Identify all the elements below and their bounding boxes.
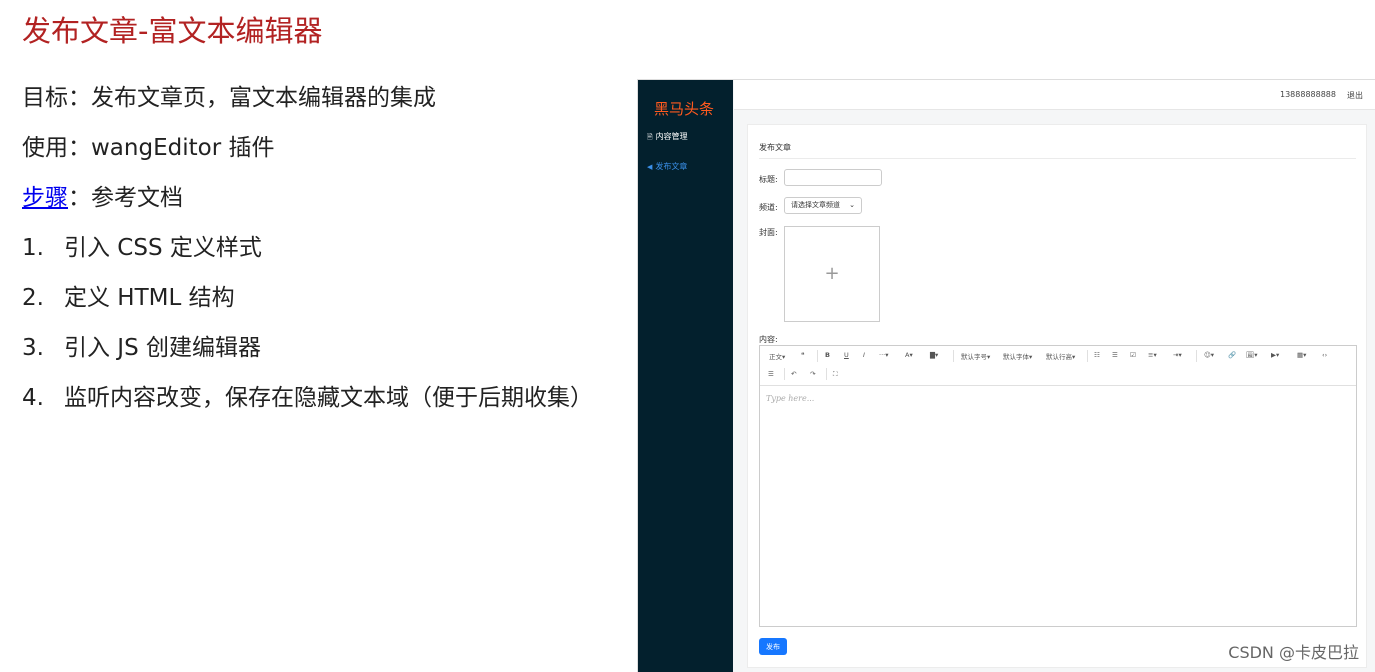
watermark: CSDN @卡皮巴拉 [1228, 643, 1359, 662]
font-family-select[interactable]: 默认字体▾ [1003, 351, 1032, 361]
sidebar-item-content-management[interactable]: 🗎 内容管理 [647, 131, 688, 144]
title-label: 标题: [759, 175, 778, 184]
video-icon[interactable]: ▶▾ [1271, 351, 1279, 359]
heading-select[interactable]: 正文▾ [769, 351, 785, 361]
bg-color-button[interactable]: ▇▾ [930, 351, 938, 359]
step-number: 4. [22, 385, 44, 411]
document-icon: 🗎 [647, 133, 653, 141]
toolbar-divider [826, 368, 827, 380]
card-title: 发布文章 [759, 143, 791, 152]
undo-icon[interactable]: ↶ [791, 370, 796, 378]
channel-label: 频道: [759, 203, 778, 212]
content-label: 内容: [759, 335, 778, 344]
more-button[interactable]: ···▾ [879, 351, 888, 359]
indent-icon[interactable]: ⇥▾ [1173, 351, 1182, 359]
slide-bullets: 目标：发布文章页，富文本编辑器的集成 使用：wangEditor 插件 步骤：参… [22, 82, 593, 432]
toolbar-divider [784, 368, 785, 380]
steps-line: 步骤：参考文档 [22, 182, 593, 232]
logout-link[interactable]: 退出 [1347, 90, 1363, 101]
bulleted-list-icon[interactable]: ☷ [1094, 351, 1100, 359]
blockquote-button[interactable]: ❝ [801, 351, 805, 359]
goal-line: 目标：发布文章页，富文本编辑器的集成 [22, 85, 436, 111]
send-icon: ◀ [647, 163, 653, 171]
cover-label: 封面: [759, 228, 778, 237]
steps-line-text: ：参考文档 [68, 185, 183, 211]
fullscreen-icon[interactable]: ⛶ [833, 370, 838, 379]
usage-line: 使用：wangEditor 插件 [22, 135, 275, 161]
numbered-list-icon[interactable]: ☰ [1112, 351, 1118, 359]
bold-button[interactable]: B [825, 351, 830, 359]
link-icon[interactable]: 🔗 [1228, 351, 1236, 359]
editor-toolbar: 正文▾ ❝ B U I ···▾ A▾ ▇▾ 默认字号▾ 默认字体▾ 默认行高▾… [760, 346, 1356, 386]
line-height-select[interactable]: 默认行高▾ [1046, 351, 1075, 361]
italic-button[interactable]: I [863, 351, 865, 359]
step-text: 监听内容改变，保存在隐藏文本域（便于后期收集） [64, 385, 593, 411]
emoji-icon[interactable]: ☺▾ [1204, 351, 1214, 359]
toolbar-divider [953, 350, 954, 362]
editor-placeholder: Type here... [766, 394, 815, 403]
step-text: 引入 CSS 定义样式 [64, 235, 262, 261]
publish-card: 发布文章 标题: 频道: 请选择文章频道 ⌄ 封面: + 内容: 正文▾ ❝ B… [747, 124, 1367, 668]
rich-text-editor: 正文▾ ❝ B U I ···▾ A▾ ▇▾ 默认字号▾ 默认字体▾ 默认行高▾… [759, 345, 1357, 627]
step-number: 1. [22, 235, 44, 261]
step-item: 2. 定义 HTML 结构 [22, 282, 593, 332]
step-item: 4. 监听内容改变，保存在隐藏文本域（便于后期收集） [22, 382, 593, 432]
font-color-button[interactable]: A▾ [905, 351, 913, 359]
step-text: 定义 HTML 结构 [64, 285, 235, 311]
editor-content-area[interactable]: Type here... [760, 386, 1356, 626]
app-screenshot: 黑马头条 🗎 内容管理 ◀ 发布文章 13888888888 退出 发布文章 标题:… [637, 79, 1375, 672]
underline-button[interactable]: U [844, 351, 849, 359]
code-icon[interactable]: ‹› [1322, 351, 1327, 359]
top-bar: 13888888888 退出 [734, 80, 1375, 110]
toolbar-divider [1196, 350, 1197, 362]
step-item: 1. 引入 CSS 定义样式 [22, 232, 593, 282]
publish-button[interactable]: 发布 [759, 638, 787, 655]
sidebar: 黑马头条 🗎 内容管理 ◀ 发布文章 [638, 80, 733, 672]
justify-icon[interactable]: ≡▾ [1148, 351, 1157, 359]
chevron-down-icon: ⌄ [849, 201, 855, 209]
sidebar-item-label: 发布文章 [655, 162, 688, 171]
font-size-select[interactable]: 默认字号▾ [961, 351, 990, 361]
toolbar-divider [817, 350, 818, 362]
channel-select-value: 请选择文章频道 [791, 201, 840, 209]
step-number: 3. [22, 335, 44, 361]
sidebar-item-publish-article[interactable]: ◀ 发布文章 [647, 161, 687, 172]
todo-icon[interactable]: ☑ [1130, 351, 1136, 359]
app-logo: 黑马头条 [654, 100, 715, 118]
table-icon[interactable]: ▦▾ [1297, 351, 1306, 359]
redo-icon[interactable]: ↷ [810, 370, 815, 378]
step-item: 3. 引入 JS 创建编辑器 [22, 332, 593, 382]
step-text: 引入 JS 创建编辑器 [64, 335, 262, 361]
user-phone: 13888888888 [1280, 90, 1336, 99]
sidebar-item-label: 内容管理 [655, 132, 688, 141]
cover-upload[interactable]: + [784, 226, 880, 322]
steps-link[interactable]: 步骤 [22, 185, 68, 211]
plus-icon: + [824, 263, 840, 284]
divider [759, 158, 1356, 159]
image-icon[interactable]: 🖼▾ [1246, 351, 1258, 359]
slide-title: 发布文章-富文本编辑器 [22, 14, 323, 48]
toolbar-divider [1087, 350, 1088, 362]
title-input[interactable] [784, 169, 882, 186]
step-number: 2. [22, 285, 44, 311]
divider-line-icon[interactable]: ☰ [768, 370, 774, 378]
channel-select[interactable]: 请选择文章频道 ⌄ [784, 197, 862, 214]
